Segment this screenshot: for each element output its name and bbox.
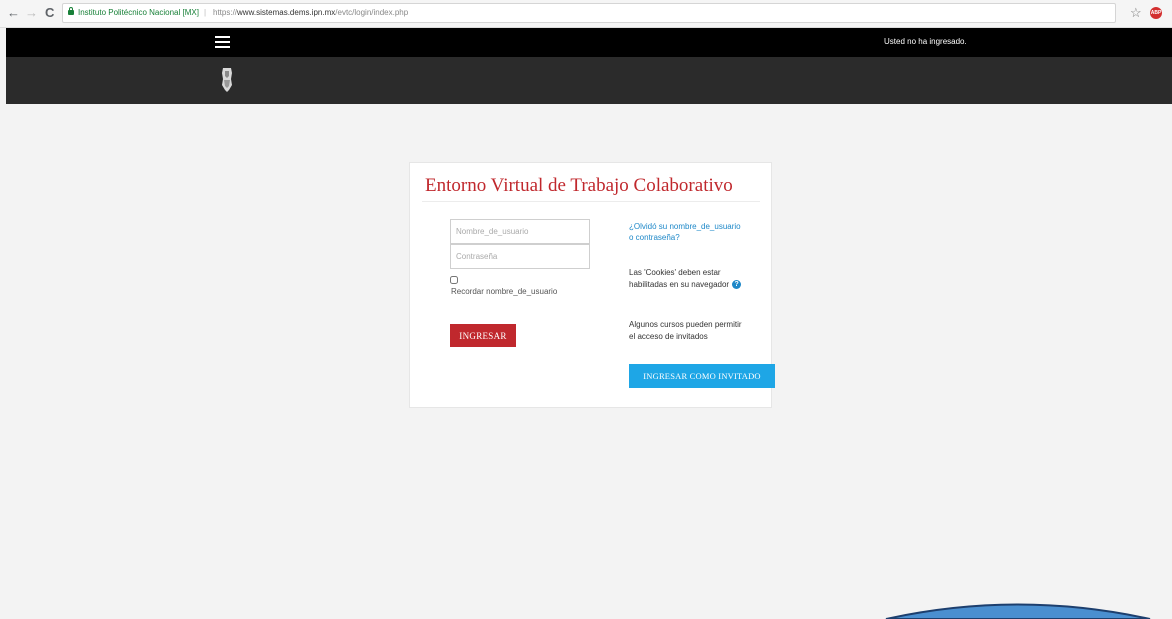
adblock-extension-icon[interactable]: ABP (1150, 7, 1162, 19)
url-path: /evtc/login/index.php (335, 8, 409, 17)
hamburger-menu-icon[interactable] (215, 36, 230, 48)
site-identity: Instituto Politécnico Nacional [MX] (78, 8, 199, 17)
reload-icon[interactable]: C (45, 5, 54, 21)
brand-header (6, 57, 1172, 104)
password-input[interactable] (450, 244, 590, 269)
lock-icon (68, 7, 74, 15)
title-divider (422, 201, 760, 202)
ipn-logo-icon[interactable] (221, 66, 233, 92)
forgot-credentials-link[interactable]: ¿Olvidó su nombre_de_usuario o contraseñ… (629, 221, 744, 243)
username-input[interactable] (450, 219, 590, 244)
browser-toolbar: ← → C Instituto Politécnico Nacional [MX… (0, 0, 1172, 28)
remember-username-label: Recordar nombre_de_usuario (451, 287, 558, 296)
help-icon[interactable]: ? (732, 280, 742, 290)
cookies-notice: Las 'Cookies' deben estar habilitadas en… (629, 267, 754, 291)
remember-username-checkbox[interactable] (450, 276, 458, 284)
login-button[interactable]: INGRESAR (450, 324, 516, 347)
url-host: www.sistemas.dems.ipn.mx (237, 8, 336, 17)
guest-access-notice: Algunos cursos pueden permitir el acceso… (629, 320, 742, 341)
address-bar[interactable]: Instituto Politécnico Nacional [MX] | ht… (62, 3, 1116, 23)
forward-arrow-icon[interactable]: → (25, 5, 38, 21)
bookmark-star-icon[interactable]: ☆ (1130, 5, 1142, 21)
guest-login-button[interactable]: INGRESAR COMO INVITADO (629, 364, 775, 388)
url-separator: | (204, 8, 207, 17)
login-panel: Entorno Virtual de Trabajo Colaborativo … (409, 162, 775, 408)
url-scheme: https:// (213, 8, 238, 17)
login-status: Usted no ha ingresado. (884, 37, 967, 46)
url-text: https://www.sistemas.dems.ipn.mx/evtc/lo… (213, 4, 408, 22)
blue-ellipse-annotation (885, 603, 1151, 619)
top-navbar: Usted no ha ingresado. (6, 28, 1172, 57)
back-arrow-icon[interactable]: ← (7, 5, 20, 21)
cookies-notice-text: Las 'Cookies' deben estar habilitadas en… (629, 268, 730, 289)
page-title: Entorno Virtual de Trabajo Colaborativo (425, 175, 733, 196)
